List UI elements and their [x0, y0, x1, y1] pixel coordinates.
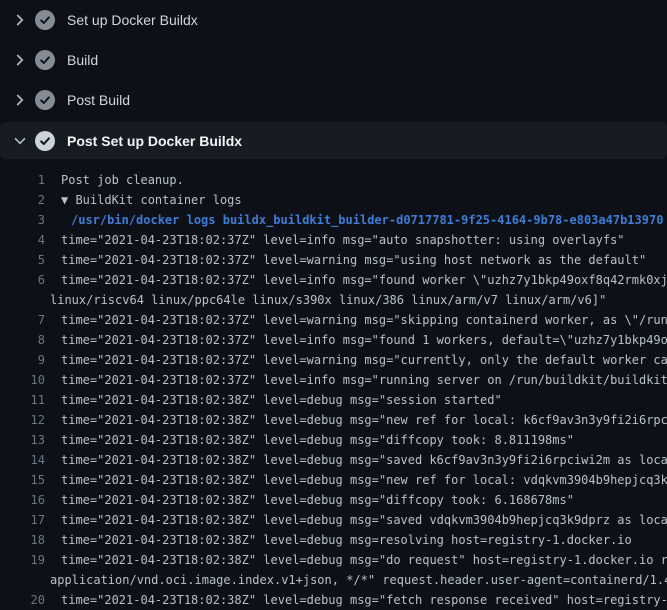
- log-line-number[interactable]: 1: [0, 170, 45, 190]
- log-line-text: time="2021-04-23T18:02:37Z" level=warnin…: [45, 310, 667, 330]
- step-header-build[interactable]: Build: [0, 40, 667, 80]
- log-row: 12time="2021-04-23T18:02:38Z" level=debu…: [0, 410, 667, 430]
- log-line-number[interactable]: 12: [0, 410, 45, 430]
- log-row: 14time="2021-04-23T18:02:38Z" level=debu…: [0, 450, 667, 470]
- step-title: Set up Docker Buildx: [67, 12, 198, 28]
- log-row: 9time="2021-04-23T18:02:37Z" level=warni…: [0, 350, 667, 370]
- check-circle-icon: [35, 10, 55, 30]
- log-line-number[interactable]: 4: [0, 230, 45, 250]
- log-line-text: time="2021-04-23T18:02:38Z" level=debug …: [45, 450, 667, 470]
- log-line-text: time="2021-04-23T18:02:37Z" level=warnin…: [45, 250, 646, 270]
- log-row: 19time="2021-04-23T18:02:38Z" level=debu…: [0, 550, 667, 570]
- log-line-number[interactable]: 11: [0, 390, 45, 410]
- log-line-text: time="2021-04-23T18:02:38Z" level=debug …: [45, 470, 667, 490]
- check-circle-icon: [35, 131, 55, 151]
- log-line-text: time="2021-04-23T18:02:37Z" level=info m…: [45, 270, 667, 290]
- log-line-number[interactable]: 5: [0, 250, 45, 270]
- log-line-number[interactable]: 17: [0, 510, 45, 530]
- step-header-set-up-docker-buildx[interactable]: Set up Docker Buildx: [0, 0, 667, 40]
- step-header-post-build[interactable]: Post Build: [0, 80, 667, 120]
- log-row: 11time="2021-04-23T18:02:38Z" level=debu…: [0, 390, 667, 410]
- log-line-text: linux/riscv64 linux/ppc64le linux/s390x …: [0, 290, 606, 310]
- steps-list: Set up Docker Buildx Build Post Build Po…: [0, 0, 667, 159]
- log-line-text: time="2021-04-23T18:02:38Z" level=debug …: [45, 390, 502, 410]
- log-row: 5time="2021-04-23T18:02:37Z" level=warni…: [0, 250, 667, 270]
- log-line-number[interactable]: 19: [0, 550, 45, 570]
- chevron-right-icon: [12, 12, 28, 28]
- log-line-text: time="2021-04-23T18:02:38Z" level=debug …: [45, 530, 632, 550]
- log-line-number[interactable]: 8: [0, 330, 45, 350]
- check-circle-icon: [35, 50, 55, 70]
- log-line-number[interactable]: 13: [0, 430, 45, 450]
- log-line-text: time="2021-04-23T18:02:38Z" level=debug …: [45, 410, 667, 430]
- log-line-number[interactable]: 20: [0, 590, 45, 610]
- log-line-number[interactable]: 14: [0, 450, 45, 470]
- log-row: 13time="2021-04-23T18:02:38Z" level=debu…: [0, 430, 667, 450]
- log-line-number[interactable]: 16: [0, 490, 45, 510]
- chevron-right-icon: [12, 52, 28, 68]
- log-line-number[interactable]: 9: [0, 350, 45, 370]
- chevron-right-icon: [12, 92, 28, 108]
- log-row: 1Post job cleanup.: [0, 170, 667, 190]
- log-row: 4time="2021-04-23T18:02:37Z" level=info …: [0, 230, 667, 250]
- log-line-number[interactable]: 10: [0, 370, 45, 390]
- log-row: 2▼ BuildKit container logs: [0, 190, 667, 210]
- log-line-text: time="2021-04-23T18:02:37Z" level=warnin…: [45, 350, 667, 370]
- log-row: 15time="2021-04-23T18:02:38Z" level=debu…: [0, 470, 667, 490]
- check-circle-icon: [35, 90, 55, 110]
- log-line-number[interactable]: 6: [0, 270, 45, 290]
- log-command-text: /usr/bin/docker logs buildx_buildkit_bui…: [45, 210, 663, 230]
- log-row: 3/usr/bin/docker logs buildx_buildkit_bu…: [0, 210, 667, 230]
- log-row: 17time="2021-04-23T18:02:38Z" level=debu…: [0, 510, 667, 530]
- log-line-text: time="2021-04-23T18:02:37Z" level=info m…: [45, 370, 667, 390]
- log-row: 18time="2021-04-23T18:02:38Z" level=debu…: [0, 530, 667, 550]
- log-line-text: time="2021-04-23T18:02:37Z" level=info m…: [45, 230, 625, 250]
- log-line-text: Post job cleanup.: [45, 170, 184, 190]
- log-area: 1Post job cleanup.2▼ BuildKit container …: [0, 159, 667, 610]
- log-row: 8time="2021-04-23T18:02:37Z" level=info …: [0, 330, 667, 350]
- log-line-number[interactable]: 7: [0, 310, 45, 330]
- log-group-toggle[interactable]: ▼ BuildKit container logs: [45, 190, 242, 210]
- log-row: 6time="2021-04-23T18:02:37Z" level=info …: [0, 270, 667, 290]
- log-row: application/vnd.oci.image.index.v1+json,…: [0, 570, 667, 590]
- log-line-number[interactable]: 2: [0, 190, 45, 210]
- log-line-number[interactable]: 18: [0, 530, 45, 550]
- log-line-number[interactable]: 15: [0, 470, 45, 490]
- log-line-text: time="2021-04-23T18:02:37Z" level=info m…: [45, 330, 667, 350]
- log-line-text: time="2021-04-23T18:02:38Z" level=debug …: [45, 430, 574, 450]
- step-title: Build: [67, 52, 98, 68]
- step-title: Post Build: [67, 92, 130, 108]
- log-row: linux/riscv64 linux/ppc64le linux/s390x …: [0, 290, 667, 310]
- log-row: 20time="2021-04-23T18:02:38Z" level=debu…: [0, 590, 667, 610]
- log-row: 10time="2021-04-23T18:02:37Z" level=info…: [0, 370, 667, 390]
- log-line-number[interactable]: 3: [0, 210, 45, 230]
- log-line-text: application/vnd.oci.image.index.v1+json,…: [0, 570, 667, 590]
- log-line-text: time="2021-04-23T18:02:38Z" level=debug …: [45, 490, 574, 510]
- step-header-post-set-up-docker-buildx[interactable]: Post Set up Docker Buildx: [0, 122, 667, 159]
- chevron-down-icon: [12, 133, 28, 149]
- log-line-text: time="2021-04-23T18:02:38Z" level=debug …: [45, 590, 667, 610]
- step-title: Post Set up Docker Buildx: [67, 133, 242, 149]
- log-row: 7time="2021-04-23T18:02:37Z" level=warni…: [0, 310, 667, 330]
- log-row: 16time="2021-04-23T18:02:38Z" level=debu…: [0, 490, 667, 510]
- log-line-text: time="2021-04-23T18:02:38Z" level=debug …: [45, 510, 667, 530]
- log-line-text: time="2021-04-23T18:02:38Z" level=debug …: [45, 550, 667, 570]
